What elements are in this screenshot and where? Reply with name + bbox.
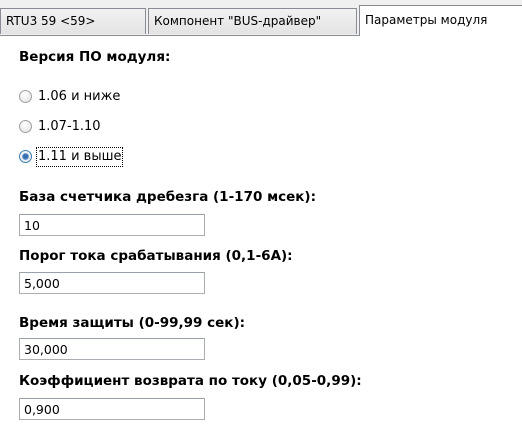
debounce-base-input[interactable] <box>19 214 205 236</box>
radio-checked-icon[interactable] <box>19 150 32 163</box>
radio-dot-icon <box>23 154 28 159</box>
radio-unchecked-icon[interactable] <box>19 120 32 133</box>
return-coefficient-label: Коэффициент возврата по току (0,05-0,99)… <box>19 373 362 389</box>
tab-module-parameters[interactable]: Параметры модуля <box>359 5 522 36</box>
current-threshold-label: Порог тока срабатывания (0,1-6А): <box>19 248 293 264</box>
debounce-base-label: База счетчика дребезга (1-170 мсек): <box>19 189 316 205</box>
firmware-version-heading: Версия ПО модуля: <box>19 49 171 65</box>
protection-time-label: Время защиты (0-99,99 сек): <box>19 315 246 331</box>
module-parameters-window: RTU3 59 <59> Компонент "BUS-драйвер" Пар… <box>0 0 522 429</box>
return-coefficient-input[interactable] <box>19 398 205 420</box>
radio-unchecked-icon[interactable] <box>19 90 32 103</box>
firmware-option-label: 1.07-1.10 <box>38 119 101 134</box>
current-threshold-input[interactable] <box>19 272 205 294</box>
tab-bus-driver-component[interactable]: Компонент "BUS-драйвер" <box>148 8 357 34</box>
firmware-option-label: 1.06 и ниже <box>38 89 121 104</box>
tab-strip: RTU3 59 <59> Компонент "BUS-драйвер" Пар… <box>0 0 522 36</box>
tab-rtu3[interactable]: RTU3 59 <59> <box>0 8 146 34</box>
protection-time-input[interactable] <box>19 338 205 360</box>
firmware-option-label: 1.11 и выше <box>35 147 124 167</box>
